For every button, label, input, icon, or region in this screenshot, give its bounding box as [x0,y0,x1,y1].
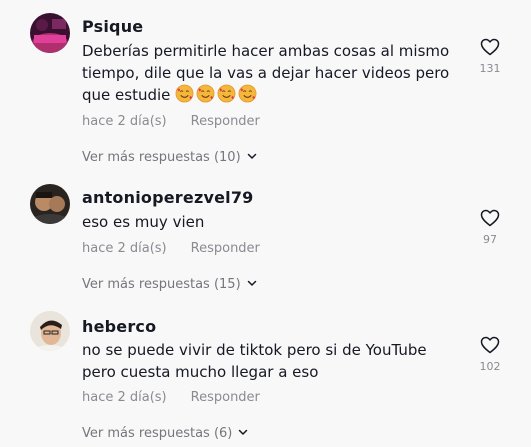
comment-username[interactable]: Psique [82,17,143,36]
like-control: 97 [470,209,510,246]
comment-text: eso es muy vien [82,213,205,231]
like-control: 131 [470,38,510,75]
chevron-down-icon [247,278,257,288]
comment-meta: hace 2 día(s) Responder [82,390,260,405]
view-more-replies-button[interactable]: Ver más respuestas (10) [82,150,257,165]
chevron-down-icon [238,427,248,437]
view-more-replies-label: Ver más respuestas (15) [82,277,241,292]
reply-button[interactable]: Responder [191,241,260,256]
smiling-face-with-hearts-icon [217,84,236,103]
comment-timestamp: hace 2 día(s) [82,241,167,256]
view-more-replies-button[interactable]: Ver más respuestas (6) [82,426,248,441]
avatar-image [30,13,70,53]
smiling-face-with-hearts-icon [196,84,215,103]
like-count: 97 [483,233,497,246]
view-more-replies-button[interactable]: Ver más respuestas (15) [82,277,257,292]
comment-text: Deberías permitirle hacer ambas cosas al… [82,40,462,109]
like-count: 131 [479,62,501,75]
avatar-image [30,184,70,224]
avatar[interactable] [30,311,70,351]
smiling-face-with-hearts-icon [238,84,257,103]
avatar[interactable] [30,13,70,53]
emoji-group [175,84,259,109]
heart-outline-icon[interactable] [480,209,500,227]
like-control: 102 [470,336,510,373]
comment-timestamp: hace 2 día(s) [82,114,167,129]
comment-text: no se puede vivir de tiktok pero si de Y… [82,341,427,381]
comment-username[interactable]: antonioperezvel79 [82,188,254,207]
like-count: 102 [479,360,501,373]
chevron-down-icon [247,151,257,161]
smiling-face-with-hearts-icon [175,84,194,103]
heart-outline-icon[interactable] [480,38,500,56]
comment-meta: hace 2 día(s) Responder [82,241,260,256]
view-more-replies-label: Ver más respuestas (10) [82,150,241,165]
reply-button[interactable]: Responder [191,114,260,129]
heart-outline-icon[interactable] [480,336,500,354]
comment-text-body: Deberías permitirle hacer ambas cosas al… [82,42,450,104]
avatar-image [30,311,70,351]
comment-meta: hace 2 día(s) Responder [82,114,260,129]
reply-button[interactable]: Responder [191,390,260,405]
comment-username[interactable]: heberco [82,317,156,336]
avatar[interactable] [30,184,70,224]
comment-timestamp: hace 2 día(s) [82,390,167,405]
view-more-replies-label: Ver más respuestas (6) [82,426,233,441]
